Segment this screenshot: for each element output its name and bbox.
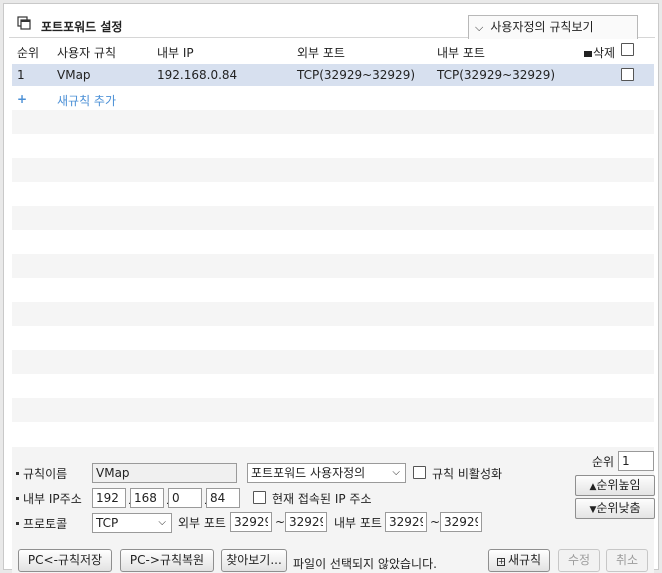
- ip-octet-2[interactable]: [130, 488, 164, 508]
- modify-button[interactable]: 수정: [558, 549, 600, 572]
- footer-toolbar: PC<-규칙저장 PC->규칙복원 찾아보기... 파일이 선택되지 않았습니다…: [12, 543, 654, 573]
- protocol-value: TCP: [96, 516, 119, 530]
- current-ip-label: 현재 접속된 IP 주소: [272, 492, 372, 506]
- rule-type-value: 포트포워드 사용자정의: [251, 466, 366, 480]
- save-to-pc-button[interactable]: PC<-규칙저장: [18, 549, 112, 572]
- minus-box-icon: [584, 50, 592, 57]
- plus-box-icon: +: [496, 557, 505, 566]
- internal-port-from[interactable]: [385, 512, 427, 532]
- priority-up-button[interactable]: ▲순위높임: [575, 475, 655, 496]
- view-custom-rules-button[interactable]: ⌵ 사용자정의 규칙보기: [468, 15, 638, 39]
- select-all-checkbox[interactable]: [621, 43, 634, 56]
- chevron-down-icon: ⌵: [158, 517, 166, 528]
- row-order: 1: [17, 68, 25, 82]
- table-empty-area: [12, 110, 654, 447]
- add-rule-row[interactable]: + 새규칙 추가: [12, 88, 654, 110]
- external-port-from[interactable]: [230, 512, 272, 532]
- ip-octet-3[interactable]: [168, 488, 202, 508]
- rule-edit-form: 규칙이름 포트포워드 사용자정의 ⌵ 규칙 비활성화 순위 내부 IP주소 . …: [12, 447, 655, 543]
- page-title: 포트포워드 설정: [41, 20, 123, 34]
- chevron-down-icon: ⌵: [475, 21, 484, 34]
- priority-input[interactable]: [618, 451, 654, 471]
- restore-from-pc-button[interactable]: PC->규칙복원: [120, 549, 214, 572]
- col-delete: 삭제: [584, 44, 615, 61]
- col-order: 순위: [17, 46, 40, 60]
- disable-rule-label: 규칙 비활성화: [432, 467, 503, 481]
- ip-octet-4[interactable]: [206, 488, 240, 508]
- table-row[interactable]: 1 VMap 192.168.0.84 TCP(32929~32929) TCP…: [12, 64, 654, 86]
- cancel-button[interactable]: 취소: [606, 549, 648, 572]
- row-external-port: TCP(32929~32929): [297, 68, 416, 82]
- view-custom-rules-label: 사용자정의 규칙보기: [490, 20, 594, 34]
- file-status: 파일이 선택되지 않았습니다.: [293, 557, 437, 571]
- row-rule-name: VMap: [57, 68, 91, 82]
- row-delete-checkbox[interactable]: [621, 68, 634, 81]
- rule-name-input[interactable]: [92, 463, 237, 483]
- rule-name-label: 규칙이름: [14, 465, 67, 482]
- delete-label: 삭제: [593, 46, 616, 60]
- protocol-label: 프로토콜: [14, 515, 67, 532]
- current-ip-checkbox[interactable]: [253, 491, 266, 504]
- internal-ip-label: 내부 IP주소: [14, 490, 82, 507]
- col-rule-name: 사용자 규칙: [57, 46, 117, 60]
- priority-label: 순위: [592, 455, 615, 469]
- plus-icon: +: [17, 92, 28, 106]
- panel-header: 포트포워드 설정 ⌵ 사용자정의 규칙보기: [9, 12, 655, 39]
- internal-port-label: 내부 포트: [334, 516, 382, 530]
- row-internal-ip: 192.168.0.84: [157, 68, 238, 82]
- new-rule-button[interactable]: + 새규칙: [488, 549, 550, 572]
- add-rule-link[interactable]: 새규칙 추가: [57, 92, 116, 109]
- internal-port-to[interactable]: [440, 512, 482, 532]
- external-port-to[interactable]: [285, 512, 327, 532]
- portforward-panel: 포트포워드 설정 ⌵ 사용자정의 규칙보기 순위 사용자 규칙 내부 IP 외부 …: [3, 3, 659, 573]
- col-internal-ip: 내부 IP: [157, 46, 194, 60]
- table-header: 순위 사용자 규칙 내부 IP 외부 포트 내부 포트 삭제: [12, 40, 654, 62]
- disable-rule-checkbox[interactable]: [413, 466, 426, 479]
- col-internal-port: 내부 포트: [437, 46, 485, 60]
- external-port-label: 외부 포트: [178, 516, 226, 530]
- rule-type-select[interactable]: 포트포워드 사용자정의 ⌵: [247, 463, 406, 483]
- priority-down-button[interactable]: ▼순위낮춤: [575, 498, 655, 519]
- row-internal-port: TCP(32929~32929): [437, 68, 556, 82]
- browse-button[interactable]: 찾아보기...: [221, 549, 287, 572]
- ip-octet-1[interactable]: [92, 488, 126, 508]
- window-stack-icon: [17, 16, 31, 30]
- chevron-down-icon: ⌵: [392, 467, 400, 478]
- protocol-select[interactable]: TCP ⌵: [92, 513, 172, 533]
- col-external-port: 외부 포트: [297, 46, 345, 60]
